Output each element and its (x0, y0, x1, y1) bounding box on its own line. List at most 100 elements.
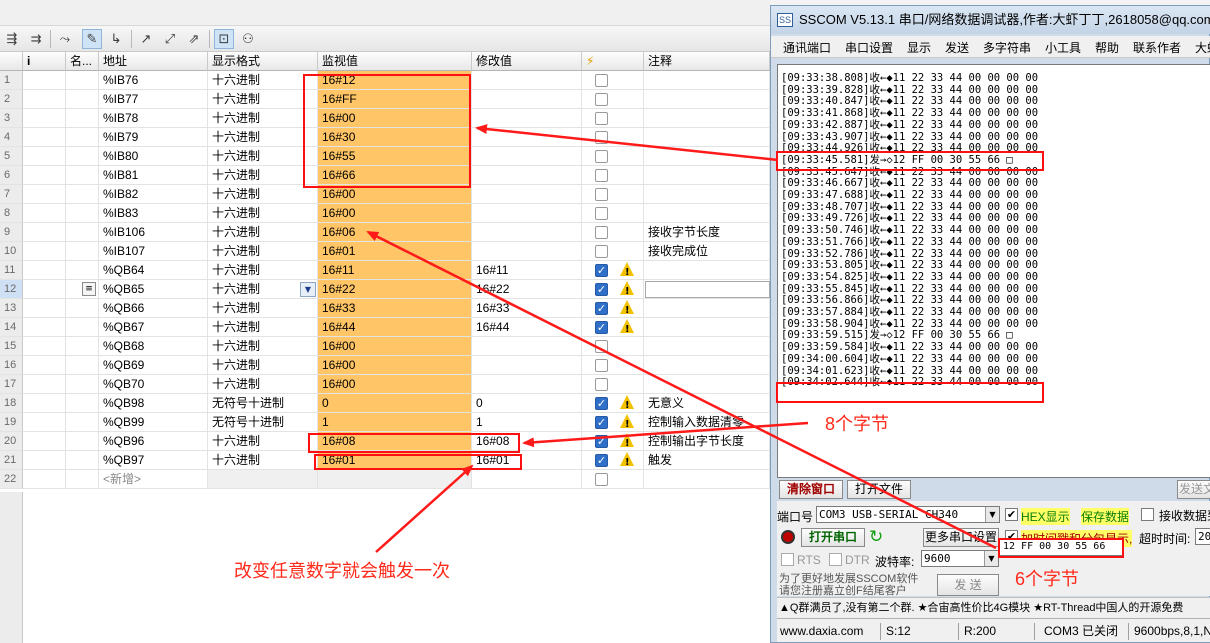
rts-checkbox[interactable] (781, 553, 794, 566)
comment-cell[interactable]: 控制输入数据清零 (644, 413, 770, 432)
name-cell[interactable] (66, 128, 99, 147)
address-cell[interactable]: %IB82 (99, 185, 208, 204)
address-cell[interactable]: %IB81 (99, 166, 208, 185)
modify-checkbox-cell[interactable] (582, 337, 644, 356)
comment-edit-input[interactable] (645, 281, 770, 298)
comment-cell[interactable] (644, 204, 770, 223)
name-cell[interactable] (66, 394, 99, 413)
modify-checkbox-cell[interactable] (582, 375, 644, 394)
comment-cell[interactable] (644, 356, 770, 375)
comment-cell[interactable] (644, 71, 770, 90)
row-number[interactable]: 16 (0, 356, 23, 375)
comment-cell[interactable] (644, 147, 770, 166)
show-expert-icon[interactable]: ⚇ (238, 29, 258, 49)
row-number[interactable]: 5 (0, 147, 23, 166)
header-format[interactable]: 显示格式 (208, 52, 318, 71)
comment-cell[interactable]: 接收完成位 (644, 242, 770, 261)
table-row[interactable]: 18%QB98无符号十进制00✓无意义 (0, 394, 770, 413)
timeout-input[interactable]: 20 (1195, 528, 1210, 545)
modify-checkbox-cell[interactable]: ✓ (582, 394, 644, 413)
address-cell[interactable]: %QB67 (99, 318, 208, 337)
name-cell[interactable] (66, 109, 99, 128)
modify-checkbox[interactable] (595, 340, 608, 353)
name-cell[interactable] (66, 90, 99, 109)
format-cell[interactable]: 十六进制 (208, 204, 318, 223)
modify-value-cell[interactable] (472, 90, 582, 109)
modify-checkbox-cell[interactable]: ✓ (582, 318, 644, 337)
port-select[interactable]: COM3 USB-SERIAL CH340 ▼ (816, 506, 1000, 523)
name-cell[interactable] (66, 337, 99, 356)
format-cell[interactable]: 十六进制 (208, 451, 318, 470)
comment-cell[interactable]: 接收字节长度 (644, 223, 770, 242)
comment-cell[interactable]: 无意义 (644, 394, 770, 413)
format-cell[interactable]: 十六进制 (208, 299, 318, 318)
address-cell[interactable]: %QB99 (99, 413, 208, 432)
format-cell[interactable]: 十六进制 (208, 261, 318, 280)
modify-checkbox-cell[interactable] (582, 109, 644, 128)
name-cell[interactable] (66, 318, 99, 337)
modify-checkbox[interactable] (595, 131, 608, 144)
new-row[interactable]: 22 <新增> (0, 470, 770, 489)
name-cell[interactable] (66, 451, 99, 470)
menu-contact[interactable]: 联系作者 (1133, 39, 1181, 56)
address-cell[interactable]: %QB68 (99, 337, 208, 356)
comment-cell[interactable]: 触发 (644, 451, 770, 470)
name-cell[interactable] (66, 375, 99, 394)
modify-value-cell[interactable] (472, 337, 582, 356)
modify-checkbox[interactable] (595, 245, 608, 258)
modify-checkbox-cell[interactable] (582, 185, 644, 204)
modify-checkbox[interactable]: ✓ (595, 264, 608, 277)
menu-daxia[interactable]: 大虾 (1195, 39, 1210, 56)
name-cell[interactable] (66, 432, 99, 451)
comment-cell[interactable] (644, 128, 770, 147)
modify-value-cell[interactable] (472, 147, 582, 166)
comment-cell[interactable] (644, 299, 770, 318)
name-cell[interactable] (66, 185, 99, 204)
modify-value-cell[interactable] (472, 204, 582, 223)
address-cell[interactable]: %QB97 (99, 451, 208, 470)
modify-checkbox[interactable] (595, 226, 608, 239)
force-all-icon[interactable]: ⤢ (160, 29, 180, 49)
row-number[interactable]: 13 (0, 299, 23, 318)
modify-checkbox-cell[interactable] (582, 128, 644, 147)
format-cell[interactable]: 十六进制 (208, 337, 318, 356)
modify-checkbox[interactable] (595, 188, 608, 201)
modify-value-cell[interactable] (472, 109, 582, 128)
monitor-all-icon[interactable]: ⤳ (55, 29, 75, 49)
menu-tools[interactable]: 小工具 (1045, 39, 1081, 56)
address-cell[interactable]: %IB107 (99, 242, 208, 261)
modify-value-cell[interactable] (472, 356, 582, 375)
modify-checkbox[interactable]: ✓ (595, 302, 608, 315)
modify-checkbox-cell[interactable] (582, 204, 644, 223)
refresh-icon[interactable]: ↻ (869, 527, 883, 547)
row-edit-icon[interactable]: ≡ (82, 282, 96, 296)
send-file-button[interactable]: 发送文 (1177, 480, 1210, 499)
name-cell[interactable] (66, 166, 99, 185)
open-file-button[interactable]: 打开文件 (847, 480, 911, 499)
modify-checkbox-cell[interactable] (582, 90, 644, 109)
address-cell[interactable]: %IB77 (99, 90, 208, 109)
open-port-button[interactable]: 打开串口 (801, 528, 865, 547)
table-row[interactable]: 16 %QB69 十六进制 16#00 (0, 356, 770, 375)
more-settings-button[interactable]: 更多串口设置 (923, 528, 999, 547)
name-cell[interactable] (66, 413, 99, 432)
comment-cell[interactable] (644, 375, 770, 394)
table-row[interactable]: 8 %IB83 十六进制 16#00 (0, 204, 770, 223)
modify-value-cell[interactable] (472, 375, 582, 394)
menu-send[interactable]: 发送 (945, 39, 969, 56)
comment-cell[interactable] (644, 261, 770, 280)
address-cell[interactable]: %QB66 (99, 299, 208, 318)
header-monitor[interactable]: 监视值 (318, 52, 472, 71)
row-number[interactable]: 6 (0, 166, 23, 185)
ad-banner[interactable]: ▲Q群满员了,没有第二个群. ★合宙高性价比4G模块 ★RT-Thread中国人… (777, 597, 1210, 618)
format-cell[interactable]: 十六进制 (208, 147, 318, 166)
format-cell[interactable]: 十六进制 (208, 223, 318, 242)
table-row[interactable]: 17 %QB70 十六进制 16#00 (0, 375, 770, 394)
address-cell[interactable]: %IB78 (99, 109, 208, 128)
address-cell[interactable]: %QB65 (99, 280, 208, 299)
header-address[interactable]: 地址 (99, 52, 208, 71)
row-number[interactable]: 19 (0, 413, 23, 432)
row-number[interactable]: 3 (0, 109, 23, 128)
modify-checkbox-cell[interactable]: ✓ (582, 413, 644, 432)
name-cell[interactable] (66, 356, 99, 375)
